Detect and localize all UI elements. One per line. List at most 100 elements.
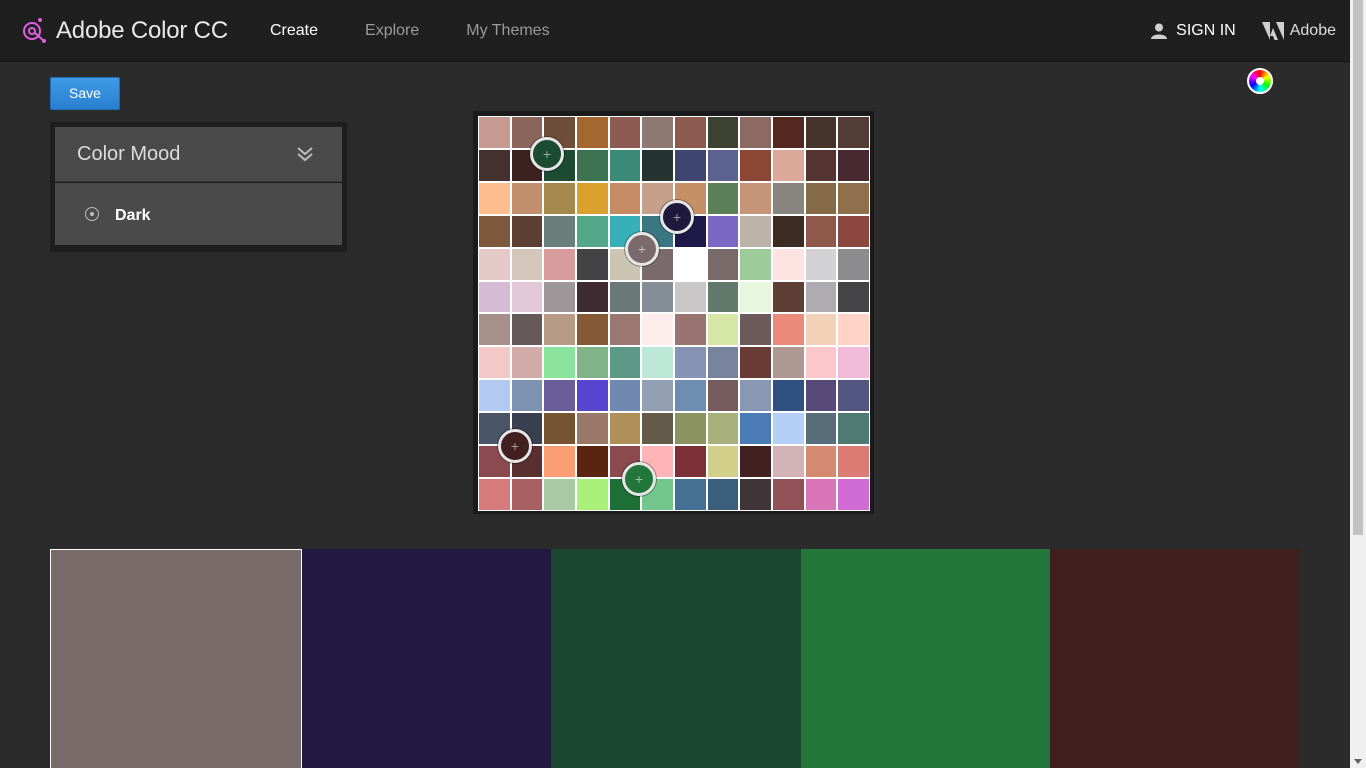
- mosaic-cell[interactable]: [576, 479, 608, 510]
- mosaic-cell[interactable]: [479, 149, 510, 181]
- image-mosaic[interactable]: [478, 116, 870, 511]
- mosaic-cell[interactable]: [805, 281, 837, 313]
- mosaic-cell[interactable]: [805, 380, 837, 412]
- mosaic-cell[interactable]: [805, 149, 837, 181]
- mosaic-cell[interactable]: [674, 281, 706, 313]
- mosaic-cell[interactable]: [544, 380, 575, 412]
- mosaic-cell[interactable]: [544, 479, 575, 510]
- swatch-1[interactable]: [50, 549, 302, 768]
- radio-icon[interactable]: [85, 207, 99, 221]
- mosaic-cell[interactable]: [642, 413, 673, 445]
- mosaic-cell[interactable]: [479, 281, 510, 313]
- mosaic-cell[interactable]: [707, 281, 739, 313]
- color-handle-1[interactable]: [530, 137, 564, 171]
- mosaic-cell[interactable]: [707, 117, 739, 148]
- mosaic-cell[interactable]: [707, 479, 739, 510]
- mosaic-cell[interactable]: [707, 347, 739, 379]
- mosaic-cell[interactable]: [838, 479, 869, 510]
- color-mood-dropdown[interactable]: Color Mood: [55, 127, 342, 182]
- mosaic-cell[interactable]: [609, 347, 641, 379]
- mosaic-cell[interactable]: [642, 347, 673, 379]
- mosaic-cell[interactable]: [576, 314, 608, 346]
- mosaic-cell[interactable]: [544, 446, 575, 478]
- mosaic-cell[interactable]: [838, 314, 869, 346]
- sign-in-link[interactable]: SIGN IN: [1150, 22, 1236, 40]
- mosaic-cell[interactable]: [772, 314, 804, 346]
- mosaic-cell[interactable]: [772, 215, 804, 247]
- mosaic-cell[interactable]: [838, 347, 869, 379]
- mosaic-cell[interactable]: [674, 479, 706, 510]
- mosaic-cell[interactable]: [576, 117, 608, 148]
- nav-create[interactable]: Create: [270, 22, 318, 40]
- mosaic-cell[interactable]: [642, 149, 673, 181]
- mosaic-cell[interactable]: [544, 248, 575, 280]
- mosaic-cell[interactable]: [707, 446, 739, 478]
- adobe-link[interactable]: Adobe: [1261, 21, 1336, 40]
- mosaic-cell[interactable]: [805, 314, 837, 346]
- mosaic-cell[interactable]: [707, 215, 739, 247]
- mosaic-cell[interactable]: [576, 149, 608, 181]
- mosaic-cell[interactable]: [740, 479, 771, 510]
- mosaic-cell[interactable]: [479, 117, 510, 148]
- mosaic-cell[interactable]: [544, 281, 575, 313]
- mosaic-cell[interactable]: [772, 149, 804, 181]
- mosaic-cell[interactable]: [838, 281, 869, 313]
- mosaic-cell[interactable]: [511, 479, 543, 510]
- mosaic-cell[interactable]: [772, 117, 804, 148]
- mosaic-cell[interactable]: [576, 281, 608, 313]
- mosaic-cell[interactable]: [772, 347, 804, 379]
- mosaic-cell[interactable]: [772, 281, 804, 313]
- mosaic-cell[interactable]: [576, 215, 608, 247]
- mosaic-cell[interactable]: [609, 149, 641, 181]
- scroll-down-arrow-icon[interactable]: [1354, 759, 1362, 764]
- mosaic-cell[interactable]: [511, 182, 543, 214]
- mosaic-cell[interactable]: [740, 182, 771, 214]
- mosaic-cell[interactable]: [511, 248, 543, 280]
- mosaic-cell[interactable]: [544, 347, 575, 379]
- mosaic-cell[interactable]: [740, 117, 771, 148]
- mosaic-cell[interactable]: [805, 248, 837, 280]
- color-wheel-icon[interactable]: [1247, 68, 1273, 94]
- mosaic-cell[interactable]: [576, 446, 608, 478]
- mosaic-cell[interactable]: [674, 248, 706, 280]
- mosaic-cell[interactable]: [838, 446, 869, 478]
- mosaic-cell[interactable]: [838, 413, 869, 445]
- mosaic-cell[interactable]: [479, 314, 510, 346]
- mosaic-cell[interactable]: [740, 347, 771, 379]
- mosaic-cell[interactable]: [707, 413, 739, 445]
- mosaic-cell[interactable]: [772, 182, 804, 214]
- mosaic-cell[interactable]: [772, 248, 804, 280]
- mosaic-cell[interactable]: [707, 149, 739, 181]
- mosaic-cell[interactable]: [707, 182, 739, 214]
- mosaic-cell[interactable]: [576, 380, 608, 412]
- mosaic-cell[interactable]: [674, 413, 706, 445]
- mosaic-cell[interactable]: [576, 182, 608, 214]
- mosaic-cell[interactable]: [642, 117, 673, 148]
- mosaic-cell[interactable]: [838, 215, 869, 247]
- swatch-3[interactable]: [551, 549, 801, 768]
- mosaic-cell[interactable]: [642, 281, 673, 313]
- mosaic-cell[interactable]: [609, 380, 641, 412]
- mosaic-cell[interactable]: [740, 281, 771, 313]
- mosaic-cell[interactable]: [479, 479, 510, 510]
- mosaic-cell[interactable]: [609, 413, 641, 445]
- mosaic-cell[interactable]: [772, 413, 804, 445]
- mosaic-cell[interactable]: [805, 182, 837, 214]
- mosaic-cell[interactable]: [838, 182, 869, 214]
- mosaic-cell[interactable]: [805, 413, 837, 445]
- mosaic-cell[interactable]: [609, 182, 641, 214]
- mosaic-cell[interactable]: [674, 347, 706, 379]
- color-handle-5[interactable]: [622, 462, 656, 496]
- mosaic-cell[interactable]: [674, 117, 706, 148]
- mosaic-cell[interactable]: [740, 446, 771, 478]
- mosaic-cell[interactable]: [544, 182, 575, 214]
- mosaic-cell[interactable]: [740, 413, 771, 445]
- color-handle-2[interactable]: [660, 200, 694, 234]
- nav-explore[interactable]: Explore: [365, 22, 419, 40]
- mosaic-cell[interactable]: [674, 149, 706, 181]
- mosaic-cell[interactable]: [609, 281, 641, 313]
- mosaic-cell[interactable]: [740, 248, 771, 280]
- mosaic-cell[interactable]: [511, 281, 543, 313]
- mosaic-cell[interactable]: [544, 413, 575, 445]
- swatch-4[interactable]: [800, 549, 1051, 768]
